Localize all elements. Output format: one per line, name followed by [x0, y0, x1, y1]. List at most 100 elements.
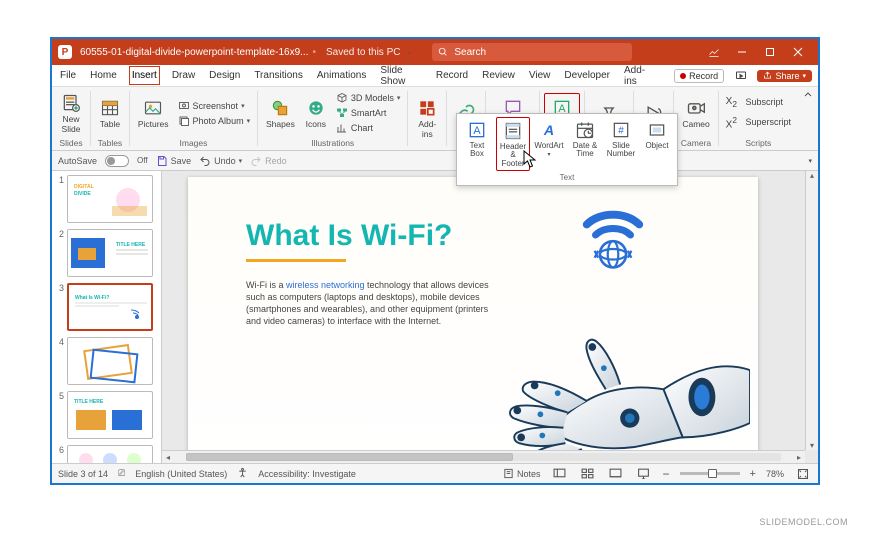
new-slide-button[interactable]: New Slide	[56, 90, 86, 136]
share-icon	[763, 71, 772, 80]
slide-number-button[interactable]: # Slide Number	[604, 117, 638, 171]
ribbon-options-icon[interactable]	[700, 39, 728, 65]
thumb-4[interactable]	[67, 337, 153, 385]
screenshot-icon	[178, 100, 190, 112]
svg-text:A: A	[543, 123, 554, 139]
workspace: 1 DIGITALDIVIDE 2 TITLE HERE 3 What Is W…	[52, 171, 818, 463]
svg-text:#: #	[618, 125, 624, 136]
slide-counter[interactable]: Slide 3 of 14	[58, 469, 108, 479]
save-status[interactable]: Saved to this PC	[326, 47, 400, 58]
smartart-button[interactable]: SmartArt	[333, 106, 404, 120]
tab-addins[interactable]: Add-ins	[622, 62, 654, 90]
tab-file[interactable]: File	[58, 67, 78, 84]
textbox-icon: A	[466, 119, 488, 141]
accessibility-icon	[237, 467, 248, 480]
thumb-5[interactable]: TITLE HERE	[67, 391, 153, 439]
slide-editor[interactable]: What Is Wi-Fi? Wi-Fi is a wireless netwo…	[162, 171, 818, 463]
thumb-1[interactable]: DIGITALDIVIDE	[67, 175, 153, 223]
search-box[interactable]: Search	[432, 43, 632, 61]
slide-canvas[interactable]: What Is Wi-Fi? Wi-Fi is a wireless netwo…	[188, 177, 758, 463]
collapse-ribbon-icon[interactable]	[798, 87, 818, 150]
accessibility-status[interactable]: Accessibility: Investigate	[258, 469, 356, 479]
group-scripts: X2 Subscript X2 Superscript Scripts	[719, 87, 798, 150]
zoom-out-icon[interactable]: −	[663, 467, 670, 481]
object-button[interactable]: Object	[640, 117, 674, 171]
tab-transitions[interactable]: Transitions	[252, 67, 305, 84]
tab-draw[interactable]: Draw	[170, 67, 197, 84]
slide-title[interactable]: What Is Wi-Fi?	[246, 219, 452, 253]
attribution: SLIDEMODEL.COM	[759, 517, 848, 527]
thumb-2[interactable]: TITLE HERE	[67, 229, 153, 277]
autosave-toggle[interactable]	[105, 155, 129, 167]
thumb-3[interactable]: What Is Wi-Fi?	[67, 283, 153, 331]
language-icon: ⎚	[118, 468, 125, 479]
tab-slideshow[interactable]: Slide Show	[378, 62, 424, 90]
quick-access-toolbar: AutoSave Off Save Undo▾ Redo ▾	[52, 151, 818, 171]
cameo-button[interactable]: Cameo	[678, 95, 713, 131]
group-addins: Add- ins	[408, 87, 446, 150]
chart-button[interactable]: Chart	[333, 121, 404, 135]
smartart-icon	[336, 107, 348, 119]
redo-button[interactable]: Redo	[250, 155, 287, 167]
fit-window-icon[interactable]	[794, 467, 812, 481]
search-icon	[438, 47, 448, 57]
tab-record[interactable]: Record	[434, 67, 470, 84]
screenshot-button[interactable]: Screenshot▾	[175, 99, 254, 113]
share-button[interactable]: Share▾	[757, 70, 812, 82]
scrollbar-vertical[interactable]: ▴▾	[805, 171, 818, 450]
maximize-button[interactable]	[756, 39, 784, 65]
textbox-button[interactable]: A Text Box	[460, 117, 494, 171]
language-status[interactable]: English (United States)	[135, 469, 227, 479]
scrollbar-horizontal[interactable]: ◂▸	[162, 450, 805, 463]
minimize-button[interactable]	[728, 39, 756, 65]
addins-icon	[416, 97, 438, 119]
3d-models-button[interactable]: 3D Models▾	[333, 91, 404, 105]
pictures-button[interactable]: Pictures	[134, 95, 173, 131]
tab-review[interactable]: Review	[480, 67, 517, 84]
save-button[interactable]: Save	[156, 155, 192, 167]
close-button[interactable]	[784, 39, 812, 65]
zoom-level[interactable]: 78%	[766, 469, 784, 479]
qat-customize-icon[interactable]: ▾	[808, 157, 812, 165]
file-name: 60555-01-digital-divide-powerpoint-templ…	[80, 47, 308, 58]
group-images: Pictures Screenshot▾ Photo Album▾ Images	[130, 87, 257, 150]
tab-view[interactable]: View	[527, 67, 553, 84]
present-icon[interactable]	[734, 68, 747, 84]
wordart-button[interactable]: A WordArt ▾	[532, 117, 566, 171]
reading-view-icon[interactable]	[607, 467, 625, 481]
group-tables: Table Tables	[91, 87, 129, 150]
record-dot-icon	[680, 73, 686, 79]
shapes-button[interactable]: Shapes	[262, 95, 299, 131]
table-button[interactable]: Table	[95, 95, 125, 131]
slide-thumbnails[interactable]: 1 DIGITALDIVIDE 2 TITLE HERE 3 What Is W…	[52, 171, 162, 463]
new-slide-icon	[60, 92, 82, 114]
zoom-in-icon[interactable]: +	[750, 468, 756, 480]
undo-button[interactable]: Undo▾	[199, 155, 242, 167]
record-button[interactable]: Record	[674, 69, 724, 83]
tab-insert[interactable]: Insert	[129, 66, 160, 85]
svg-text:TITLE HERE: TITLE HERE	[116, 242, 146, 248]
tab-animations[interactable]: Animations	[315, 67, 368, 84]
tab-design[interactable]: Design	[207, 67, 242, 84]
datetime-button[interactable]: Date & Time	[568, 117, 602, 171]
normal-view-icon[interactable]	[551, 467, 569, 481]
notes-button[interactable]: Notes	[503, 468, 541, 479]
addins-button[interactable]: Add- ins	[412, 95, 442, 141]
wireless-link[interactable]: wireless networking	[286, 280, 365, 290]
tab-developer[interactable]: Developer	[562, 67, 612, 84]
thumb-6[interactable]	[67, 445, 153, 463]
zoom-slider[interactable]	[680, 472, 740, 475]
header-footer-icon	[502, 120, 524, 142]
superscript-button[interactable]: X2 Superscript	[723, 114, 794, 131]
photo-album-button[interactable]: Photo Album▾	[175, 114, 254, 128]
text-dropdown-group-label: Text	[460, 171, 674, 184]
sorter-view-icon[interactable]	[579, 467, 597, 481]
datetime-icon	[574, 119, 596, 141]
tab-home[interactable]: Home	[88, 67, 119, 84]
pictures-icon	[142, 97, 164, 119]
slideshow-view-icon[interactable]	[635, 467, 653, 481]
group-camera: Cameo Camera	[674, 87, 717, 150]
slide-body[interactable]: Wi-Fi is a wireless networking technolog…	[246, 279, 498, 328]
subscript-button[interactable]: X2 Subscript	[723, 95, 794, 110]
icons-button[interactable]: Icons	[301, 95, 331, 131]
